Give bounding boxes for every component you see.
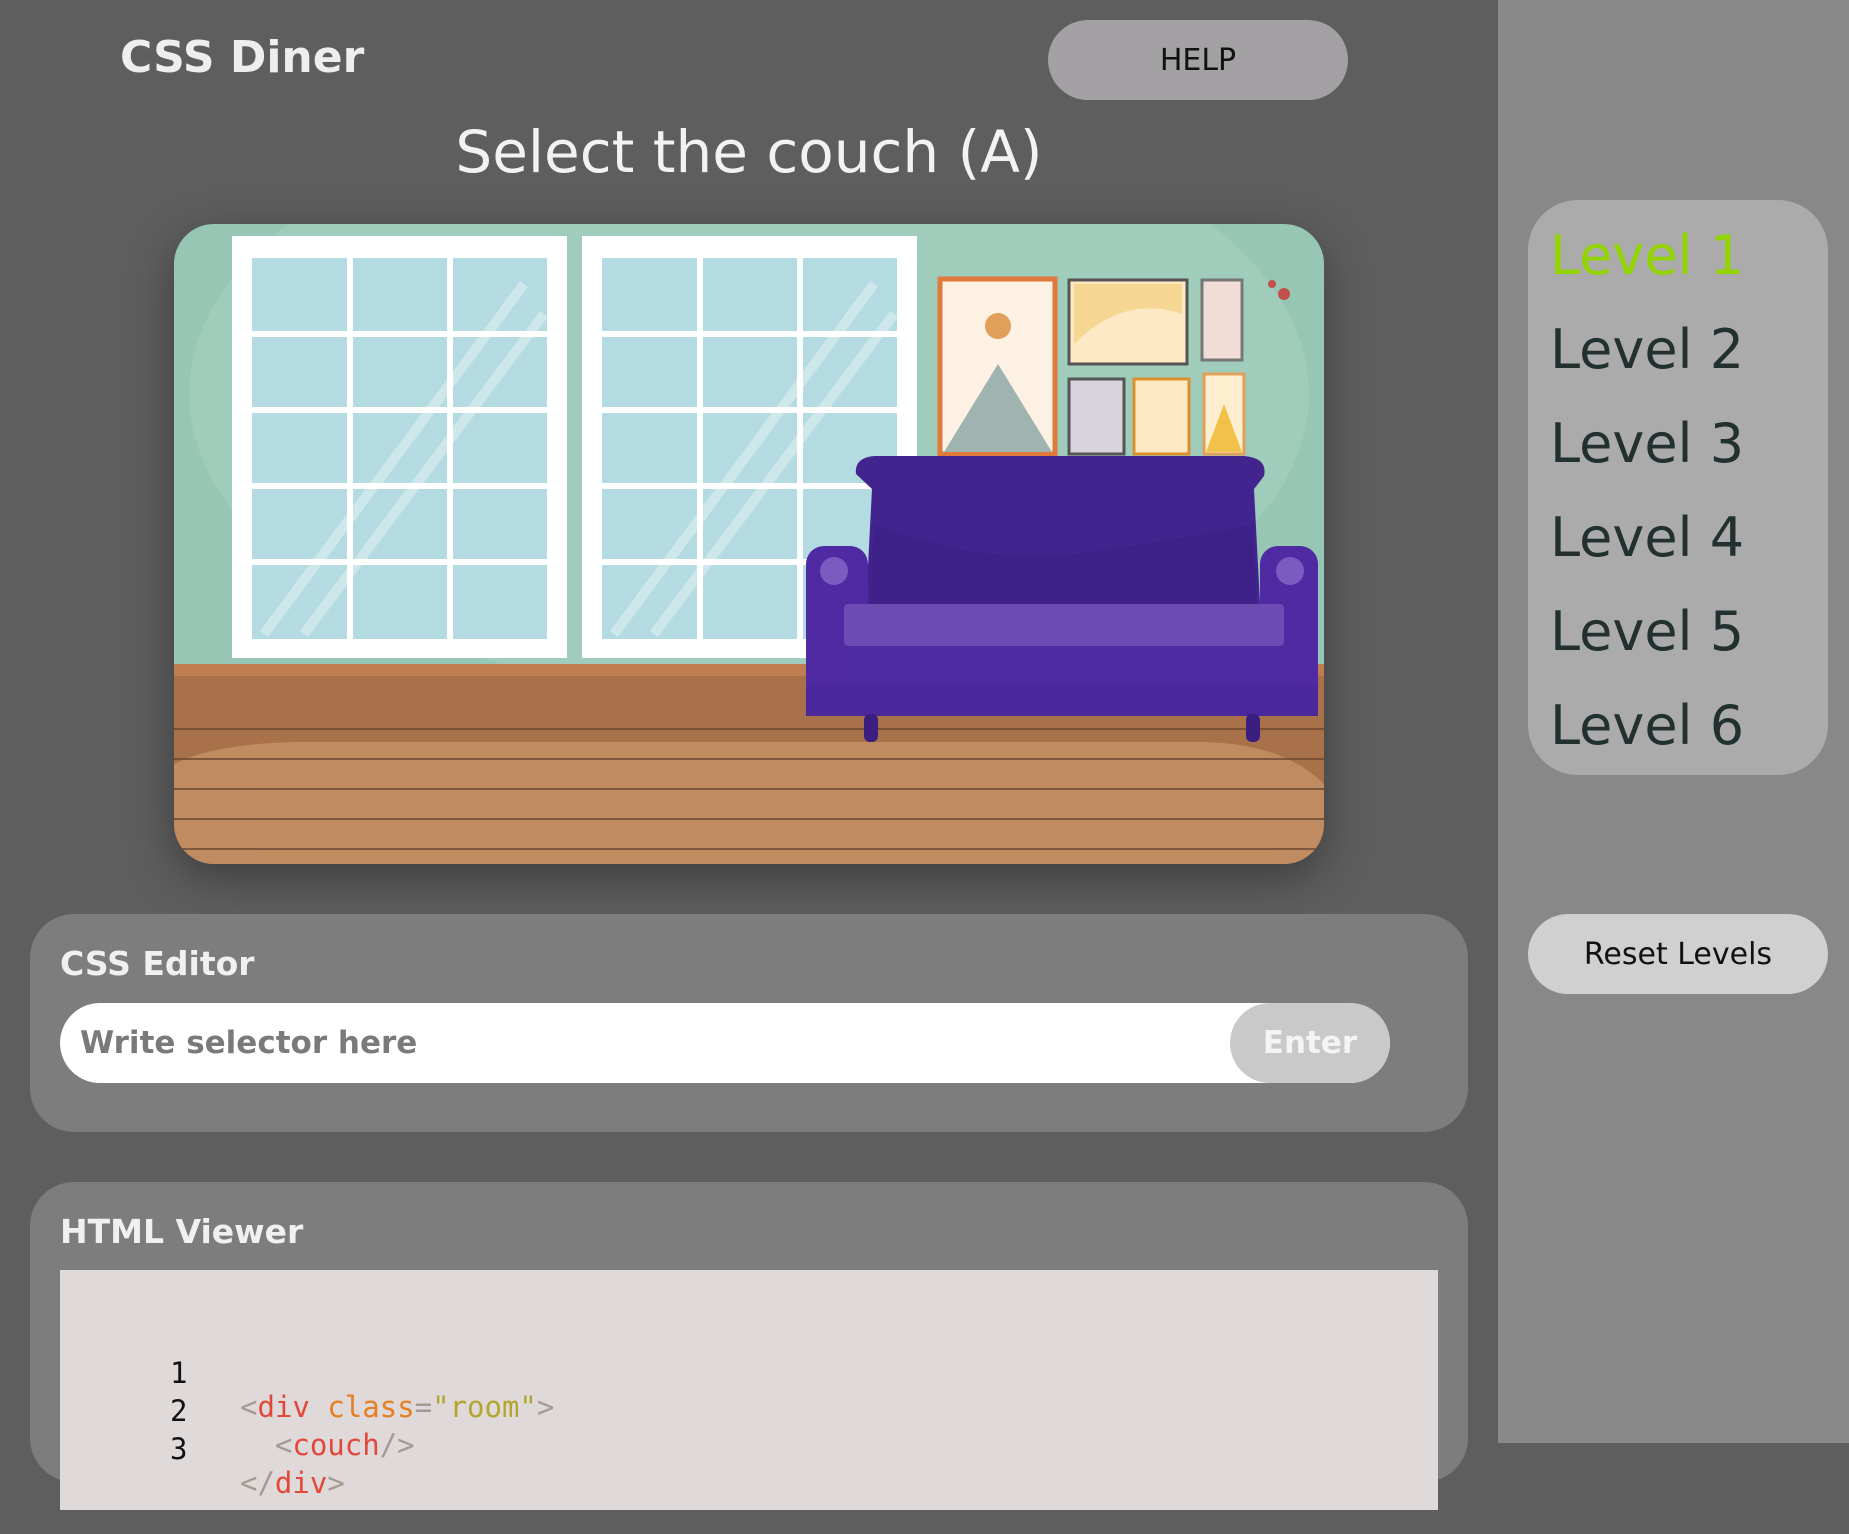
code-view: 1 <div class="room"> 2 <couch/> 3 </div>: [60, 1270, 1438, 1510]
code-line: 2 <couch/>: [170, 1394, 415, 1462]
css-editor-panel: CSS Editor Enter: [30, 914, 1468, 1132]
code-line: 1 <div class="room">: [170, 1356, 555, 1424]
html-viewer-panel: HTML Viewer 1 <div class="room"> 2 <couc…: [30, 1182, 1468, 1510]
sidebar: Level 1 Level 2 Level 3 Level 4 Level 5 …: [1498, 0, 1849, 1443]
attribute-name: class: [327, 1390, 415, 1424]
level-list: Level 1 Level 2 Level 3 Level 4 Level 5 …: [1528, 200, 1828, 775]
level-instruction: Select the couch (A): [455, 118, 1043, 186]
room-scene: [174, 224, 1324, 864]
level-item-6[interactable]: Level 6: [1550, 694, 1744, 757]
level-item-4[interactable]: Level 4: [1550, 506, 1744, 569]
selector-input[interactable]: [60, 1003, 1390, 1083]
level-item-5[interactable]: Level 5: [1550, 600, 1744, 663]
room-illustration: [174, 224, 1324, 864]
css-editor-title: CSS Editor: [60, 944, 255, 983]
app-title: CSS Diner: [120, 32, 365, 83]
enter-button[interactable]: Enter: [1230, 1003, 1390, 1083]
main-area: CSS Diner HELP Select the couch (A) CSS …: [0, 0, 1498, 1510]
tag-name: div: [257, 1390, 310, 1424]
html-viewer-title: HTML Viewer: [60, 1212, 304, 1251]
window-left: [232, 236, 567, 658]
reset-levels-button[interactable]: Reset Levels: [1528, 914, 1828, 994]
tag-name: div: [274, 1466, 328, 1500]
help-button[interactable]: HELP: [1048, 20, 1348, 100]
level-item-3[interactable]: Level 3: [1550, 412, 1744, 475]
line-number: 3: [170, 1432, 188, 1466]
tag-name: couch: [292, 1428, 380, 1462]
couch[interactable]: [806, 456, 1318, 742]
level-item-2[interactable]: Level 2: [1550, 318, 1744, 381]
attribute-value: "room": [432, 1390, 537, 1424]
code-line: 3 </div>: [170, 1432, 345, 1500]
level-item-1[interactable]: Level 1: [1550, 224, 1744, 287]
